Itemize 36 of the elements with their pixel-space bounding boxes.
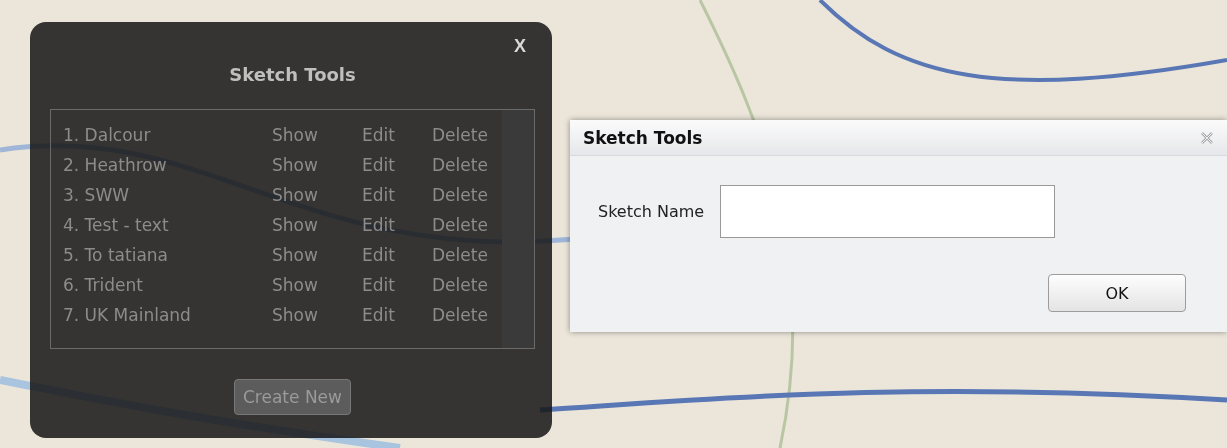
close-button[interactable]: X — [514, 36, 526, 57]
action-link[interactable]: Edit — [362, 275, 432, 295]
action-link[interactable]: Edit — [362, 125, 432, 145]
sketch-name: 5. To tatiana — [63, 245, 169, 265]
sketch-name: 3. SWW — [63, 185, 131, 205]
scrollbar[interactable] — [502, 110, 534, 348]
action-link[interactable]: Delete — [432, 245, 502, 265]
sketch-name-input[interactable] — [720, 185, 1056, 238]
sketch-name: 1. Dalcour — [63, 125, 152, 145]
action-link[interactable]: Edit — [362, 305, 432, 325]
dialog-title: Sketch Tools — [583, 127, 703, 148]
action-link[interactable]: Delete — [432, 215, 502, 235]
sketch-name: 6. Trident — [63, 275, 144, 295]
action-link[interactable]: Show — [272, 155, 362, 175]
action-link[interactable]: Show — [272, 185, 362, 205]
action-link[interactable]: Edit — [362, 245, 432, 265]
close-icon[interactable] — [1201, 131, 1213, 144]
action-link[interactable]: Show — [272, 245, 362, 265]
action-link[interactable]: Show — [272, 275, 362, 295]
action-link[interactable]: Edit — [362, 155, 432, 175]
action-link[interactable]: Show — [272, 215, 362, 235]
sketch-name: 4. Test - text — [63, 215, 170, 235]
action-link[interactable]: Edit — [362, 215, 432, 235]
action-link[interactable]: Delete — [432, 275, 502, 295]
action-link[interactable]: Delete — [432, 305, 502, 325]
action-link[interactable]: Show — [272, 305, 362, 325]
action-link[interactable]: Delete — [432, 125, 502, 145]
sketch-name: 7. UK Mainland — [63, 305, 192, 325]
panel-title: Sketch Tools — [229, 64, 356, 85]
field-label: Sketch Name — [598, 202, 705, 221]
action-link[interactable]: Delete — [432, 155, 502, 175]
sketch-name: 2. Heathrow — [63, 155, 168, 175]
action-link[interactable]: Show — [272, 125, 362, 145]
action-link[interactable]: Edit — [362, 185, 432, 205]
ok-button[interactable]: OK — [1048, 274, 1186, 312]
action-link[interactable]: Delete — [432, 185, 502, 205]
